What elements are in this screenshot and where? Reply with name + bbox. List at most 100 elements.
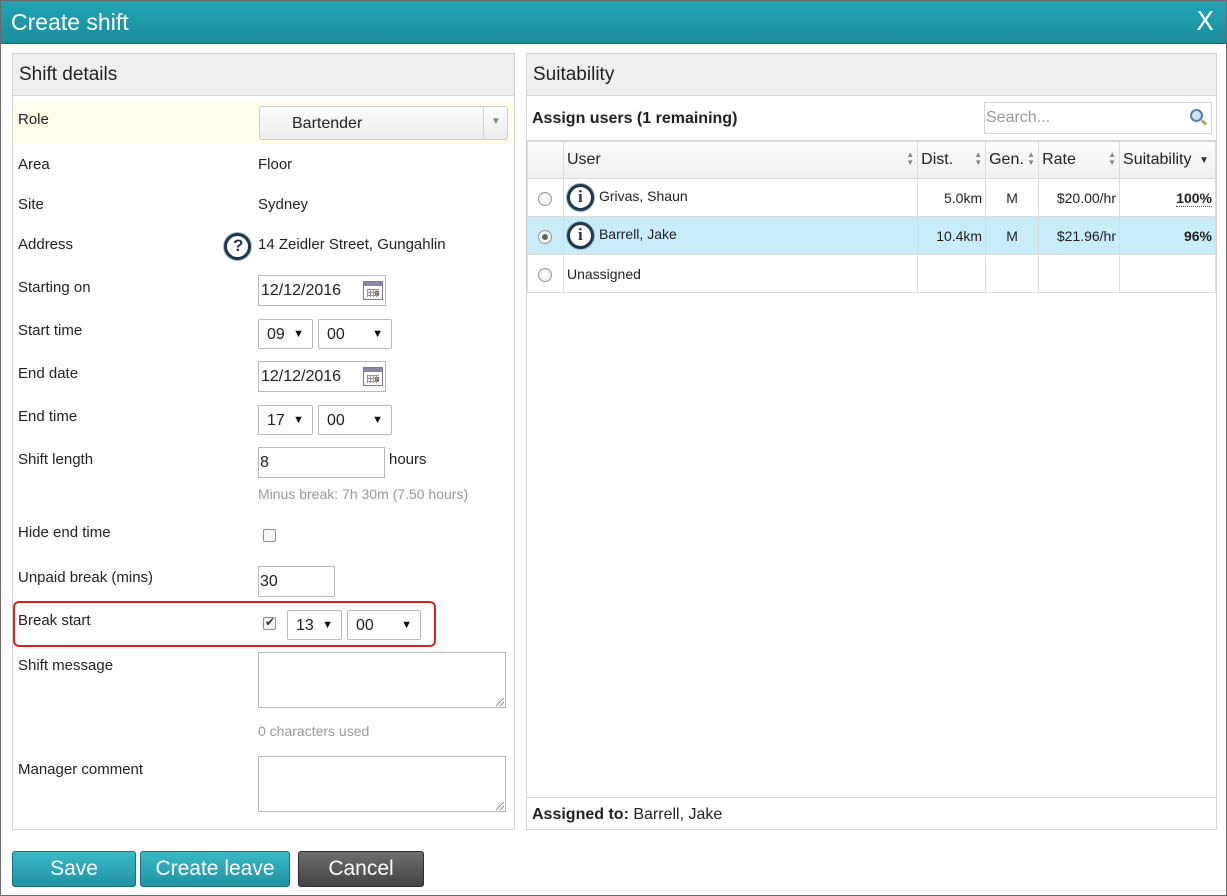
header-gen-label: Gen. xyxy=(989,151,1024,168)
suitability-cell xyxy=(1119,254,1216,293)
info-icon[interactable]: i xyxy=(566,184,594,211)
start-hour-value: 09 xyxy=(267,326,285,343)
start-minute-value: 00 xyxy=(327,326,345,343)
user-radio[interactable] xyxy=(538,267,553,282)
table-row[interactable]: Unassigned xyxy=(527,254,1216,293)
assigned-to-text: Assigned to: Barrell, Jake xyxy=(532,806,722,824)
sort-icon: ▲ ▼ xyxy=(906,150,915,167)
header-dist[interactable]: Dist. ▲ ▼ xyxy=(917,141,987,179)
shift-length-label: Shift length xyxy=(18,451,94,468)
title-bar: Create shift X xyxy=(1,1,1226,44)
role-label: Role xyxy=(18,111,49,128)
table-row[interactable]: i Grivas, Shaun 5.0km M $20.00/hr 100% xyxy=(527,178,1216,217)
assign-users-bar: Assign users (1 remaining) xyxy=(527,97,1216,141)
shift-details-panel: Shift details Role Bartender ▼ Area Floo… xyxy=(12,53,515,830)
dist-cell: 5.0km xyxy=(917,178,987,217)
header-gen[interactable]: Gen. ▲ ▼ xyxy=(985,141,1040,179)
end-minute-value: 00 xyxy=(327,412,345,429)
user-cell: Unassigned xyxy=(562,254,919,293)
shift-message-textarea[interactable] xyxy=(258,652,506,708)
end-date-input[interactable]: 12/12/2016 xyxy=(258,361,386,392)
header-rate[interactable]: Rate ▲ ▼ xyxy=(1038,141,1121,179)
user-radio[interactable] xyxy=(538,229,553,244)
shift-length-input[interactable]: 8 xyxy=(258,447,385,478)
chevron-down-icon: ▼ xyxy=(372,328,383,340)
header-suitability[interactable]: Suitability ▼ xyxy=(1119,141,1216,179)
user-search-box[interactable] xyxy=(984,102,1212,134)
shift-length-unit: hours xyxy=(389,451,427,468)
users-table: User ▲ ▼ Dist. ▲ ▼ Gen. ▲ ▼ Rate ▲ ▼ Suitability… xyxy=(527,141,1216,293)
suitability-heading: Suitability xyxy=(527,54,1216,96)
end-date-label: End date xyxy=(18,365,79,382)
user-radio[interactable] xyxy=(538,191,553,206)
gen-cell: M xyxy=(985,216,1040,255)
help-icon[interactable]: ? xyxy=(224,233,251,260)
address-value: 14 Zeidler Street, Gungahlin xyxy=(258,236,446,253)
header-dist-label: Dist. xyxy=(921,151,954,168)
create-leave-button[interactable]: Create leave xyxy=(140,851,290,887)
gen-cell xyxy=(985,254,1040,293)
dist-cell: 10.4km xyxy=(917,216,987,255)
chevron-down-icon: ▼ xyxy=(491,116,501,127)
user-name: Barrell, Jake xyxy=(598,226,677,243)
unpaid-break-value: 30 xyxy=(260,573,278,590)
search-icon[interactable] xyxy=(1190,109,1203,122)
unpaid-break-input[interactable]: 30 xyxy=(258,566,335,597)
shift-details-heading: Shift details xyxy=(13,54,514,96)
dist-cell xyxy=(917,254,987,293)
user-name: Unassigned xyxy=(566,265,641,282)
rate-cell: $20.00/hr xyxy=(1038,178,1121,217)
row-select-cell xyxy=(527,254,564,293)
end-date-value: 12/12/2016 xyxy=(261,368,342,385)
cancel-button[interactable]: Cancel xyxy=(298,851,424,887)
search-input[interactable] xyxy=(985,103,1185,133)
hide-end-time-checkbox[interactable] xyxy=(263,529,276,542)
chevron-down-icon: ▼ xyxy=(293,328,304,340)
site-value: Sydney xyxy=(258,196,309,213)
start-hour-select[interactable]: 09 ▼ xyxy=(258,319,313,349)
starting-on-value: 12/12/2016 xyxy=(261,282,342,299)
manager-comment-textarea[interactable] xyxy=(258,756,506,812)
hide-end-time-label: Hide end time xyxy=(18,524,111,541)
start-minute-select[interactable]: 00 ▼ xyxy=(318,319,392,349)
info-icon[interactable]: i xyxy=(566,222,594,249)
assigned-to-value: Barrell, Jake xyxy=(633,806,723,823)
suitability-cell: 96% xyxy=(1119,216,1216,255)
shift-message-hint: 0 characters used xyxy=(258,723,370,739)
sort-icon: ▲ ▼ xyxy=(974,150,983,167)
shift-length-hint: Minus break: 7h 30m (7.50 hours) xyxy=(258,486,469,502)
starting-on-input[interactable]: 12/12/2016 xyxy=(258,275,386,306)
create-shift-dialog: Create shift X Shift details Role Barten… xyxy=(0,0,1227,896)
break-start-highlight xyxy=(13,601,436,647)
row-select-cell xyxy=(527,178,564,217)
suitability-panel: Suitability Assign users (1 remaining) U… xyxy=(526,53,1217,830)
header-user[interactable]: User ▲ ▼ xyxy=(562,141,919,179)
assign-users-label: Assign users (1 remaining) xyxy=(532,110,738,127)
suitability-cell: 100% xyxy=(1119,178,1216,217)
address-label: Address xyxy=(18,236,74,253)
area-label: Area xyxy=(18,156,50,173)
calendar-icon[interactable] xyxy=(363,281,383,300)
gen-cell: M xyxy=(985,178,1040,217)
starting-on-label: Starting on xyxy=(18,279,91,296)
role-dropdown-toggle[interactable]: ▼ xyxy=(483,107,507,139)
assigned-to-footer: Assigned to: Barrell, Jake xyxy=(527,797,1216,829)
close-icon[interactable]: X xyxy=(1196,9,1214,35)
start-time-label: Start time xyxy=(18,322,83,339)
sort-desc-icon: ▼ xyxy=(1199,155,1209,166)
site-label: Site xyxy=(18,196,44,213)
end-minute-select[interactable]: 00 ▼ xyxy=(318,405,392,435)
area-value: Floor xyxy=(258,156,293,173)
role-value: Bartender xyxy=(292,115,363,132)
row-select-cell xyxy=(527,216,564,255)
dialog-title: Create shift xyxy=(11,9,129,35)
calendar-icon[interactable] xyxy=(363,367,383,386)
table-row[interactable]: i Barrell, Jake 10.4km M $21.96/hr 96% xyxy=(527,216,1216,255)
header-rate-label: Rate xyxy=(1042,151,1076,168)
role-row: Role Bartender ▼ xyxy=(14,102,513,144)
end-hour-select[interactable]: 17 ▼ xyxy=(258,405,313,435)
manager-comment-label: Manager comment xyxy=(18,761,144,778)
user-name: Grivas, Shaun xyxy=(598,188,688,205)
role-select[interactable]: Bartender ▼ xyxy=(259,106,508,140)
save-button[interactable]: Save xyxy=(12,851,136,887)
